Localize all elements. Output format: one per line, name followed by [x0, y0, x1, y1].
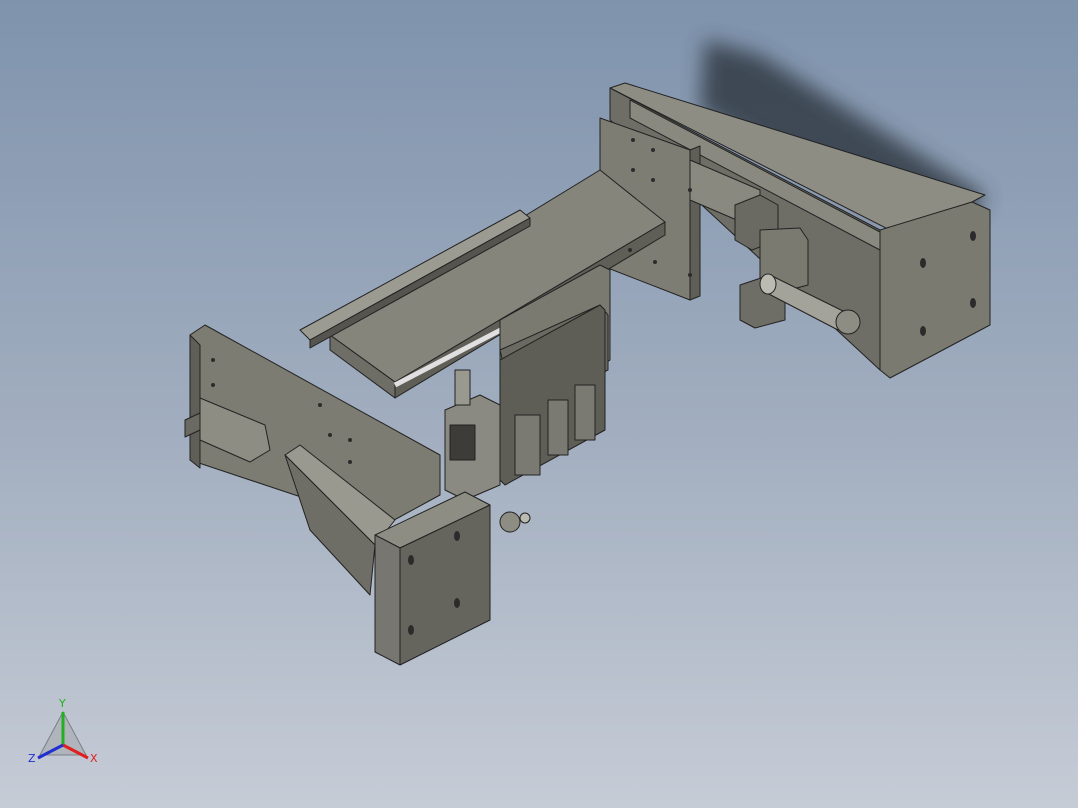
view-triad[interactable]: Y X Z: [28, 697, 98, 765]
cad-viewport[interactable]: Y X Z: [0, 0, 1078, 808]
triad-x-label: X: [90, 752, 98, 765]
triad-y-label: Y: [58, 697, 66, 710]
top-beam[interactable]: [329, 169, 666, 399]
fitting-bottom[interactable]: [499, 511, 531, 533]
triad-z-label: Z: [28, 752, 36, 765]
assembly-model-view[interactable]: Y X Z: [0, 0, 1078, 808]
solenoid-valve[interactable]: [444, 369, 501, 501]
